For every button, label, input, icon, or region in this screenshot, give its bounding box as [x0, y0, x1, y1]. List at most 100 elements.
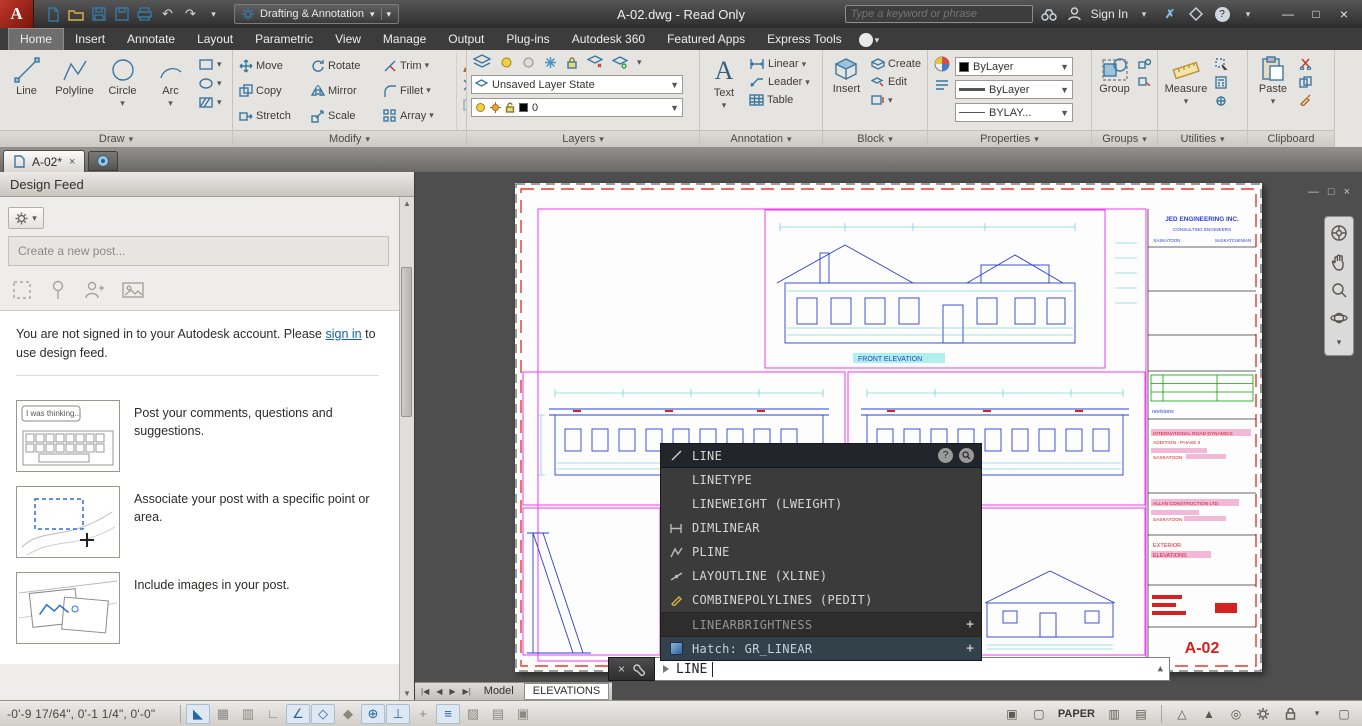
suggestion-combinepolylines[interactable]: COMBINEPOLYLINES (PEDIT): [661, 588, 981, 612]
lineweight-display-toggle[interactable]: ≡: [436, 704, 460, 724]
layout-space-icon[interactable]: ▢: [1028, 704, 1050, 724]
suggestion-dimlinear[interactable]: DIMLINEAR: [661, 516, 981, 540]
linetype-combo[interactable]: BYLAY... ▼: [955, 103, 1073, 122]
toolbar-lock-icon[interactable]: [1279, 704, 1301, 724]
paste-flyout-arrow-icon[interactable]: ▾: [1271, 96, 1276, 107]
save-button[interactable]: [88, 4, 109, 25]
layer-match-button[interactable]: [585, 54, 605, 70]
tab-output[interactable]: Output: [437, 29, 495, 50]
table-button[interactable]: Table: [747, 93, 812, 107]
tab-model[interactable]: Model: [475, 683, 523, 700]
ribbon-minimize-button[interactable]: ▾: [859, 33, 880, 50]
lineweight-combo[interactable]: ByLayer ▼: [955, 80, 1073, 99]
post-region-icon[interactable]: [12, 280, 32, 300]
edit-block-button[interactable]: Edit: [869, 75, 923, 89]
panel-label-utilities[interactable]: Utilities▾: [1158, 130, 1247, 147]
insert-block-button[interactable]: Insert: [827, 53, 866, 130]
post-pin-icon[interactable]: [50, 280, 66, 300]
tab-layout[interactable]: Layout: [186, 29, 244, 50]
text-flyout-arrow-icon[interactable]: ▾: [722, 100, 727, 111]
suggestion-pline[interactable]: PLINE: [661, 540, 981, 564]
3d-object-snap-toggle[interactable]: ◆: [336, 704, 360, 724]
text-button[interactable]: A Text ▾: [704, 53, 744, 130]
snap-mode-toggle[interactable]: ▦: [211, 704, 235, 724]
panel-label-annotation[interactable]: Annotation▾: [700, 130, 822, 147]
stretch-button[interactable]: Stretch: [237, 108, 309, 124]
post-tag-person-icon[interactable]: [84, 280, 104, 300]
fade-button[interactable]: [460, 97, 466, 113]
workspace-switcher[interactable]: Drafting & Annotation ▾ ▾: [234, 4, 399, 24]
move-button[interactable]: Move: [237, 58, 309, 74]
panel-label-draw[interactable]: Draw▾: [0, 130, 232, 147]
workspace-switching-gear-icon[interactable]: [1252, 704, 1274, 724]
layer-isolate-button[interactable]: [520, 55, 537, 70]
measure-flyout-arrow-icon[interactable]: ▾: [1184, 96, 1189, 107]
polyline-button[interactable]: Polyline: [52, 53, 97, 130]
feed-settings-button[interactable]: ▾: [8, 207, 44, 229]
undo-button[interactable]: ↶: [157, 4, 178, 25]
close-button[interactable]: ×: [1330, 3, 1358, 25]
match-properties-button[interactable]: [932, 55, 952, 73]
panel-label-properties[interactable]: Properties▾: [928, 130, 1091, 147]
fillet-button[interactable]: Fillet▾: [381, 83, 453, 99]
post-image-icon[interactable]: [122, 280, 144, 300]
grid-display-toggle[interactable]: ▥: [236, 704, 260, 724]
rectangle-flyout-button[interactable]: ▾: [196, 57, 224, 72]
group-button[interactable]: Group: [1096, 53, 1133, 130]
tab-autodesk-360[interactable]: Autodesk 360: [561, 29, 656, 50]
quick-view-layouts-icon[interactable]: ▥: [1103, 704, 1125, 724]
tab-insert[interactable]: Insert: [64, 29, 116, 50]
panel-label-groups[interactable]: Groups▾: [1092, 130, 1157, 147]
tab-express-tools[interactable]: Express Tools: [756, 29, 852, 50]
ortho-mode-toggle[interactable]: ∟: [261, 704, 285, 724]
qat-dropdown-arrow-icon[interactable]: ▾: [203, 4, 224, 25]
transparency-toggle[interactable]: ▨: [461, 704, 485, 724]
minimize-button[interactable]: —: [1274, 3, 1302, 25]
layer-freeze-button[interactable]: [542, 55, 559, 70]
suggestion-lineweight[interactable]: LINEWEIGHT (LWEIGHT): [661, 492, 981, 516]
command-customize-wrench-icon[interactable]: [632, 663, 645, 676]
application-menu-button[interactable]: A: [0, 0, 34, 28]
model-space-icon[interactable]: ▣: [1001, 704, 1023, 724]
sign-in-button[interactable]: Sign In: [1091, 7, 1128, 21]
object-snap-toggle[interactable]: ◇: [311, 704, 335, 724]
layer-properties-button[interactable]: [471, 53, 493, 71]
group-edit-button[interactable]: [1136, 74, 1153, 87]
open-file-button[interactable]: [65, 4, 86, 25]
arc-flyout-arrow-icon[interactable]: ▾: [168, 98, 173, 109]
quick-properties-toggle[interactable]: ▤: [486, 704, 510, 724]
save-as-button[interactable]: [111, 4, 132, 25]
redo-button[interactable]: ↷: [180, 4, 201, 25]
dynamic-ucs-toggle[interactable]: ⊥: [386, 704, 410, 724]
expand-plus-icon[interactable]: +: [966, 617, 974, 632]
help-icon[interactable]: ?: [1212, 4, 1232, 24]
ellipse-flyout-button[interactable]: ▾: [196, 76, 224, 91]
paper-space-button[interactable]: PAPER: [1055, 708, 1098, 720]
panel-label-block[interactable]: Block▾: [823, 130, 927, 147]
quick-calculator-button[interactable]: [1213, 75, 1230, 90]
copy-button[interactable]: Copy: [237, 83, 309, 99]
annotation-autoscale-icon[interactable]: ▲: [1198, 704, 1220, 724]
dimension-linear-button[interactable]: Linear▾: [747, 57, 812, 71]
plot-button[interactable]: [134, 4, 155, 25]
arc-button[interactable]: Arc ▾: [148, 53, 193, 130]
layer-lock-button[interactable]: [564, 55, 580, 70]
tab-manage[interactable]: Manage: [372, 29, 437, 50]
tab-elevations[interactable]: ELEVATIONS: [524, 683, 609, 700]
search-input[interactable]: [851, 8, 1027, 20]
cut-button[interactable]: [1297, 57, 1314, 71]
quick-view-drawings-icon[interactable]: ▤: [1130, 704, 1152, 724]
new-file-button[interactable]: [42, 4, 63, 25]
layout-first-button[interactable]: |◀: [418, 687, 432, 696]
search-binoculars-icon[interactable]: [1039, 4, 1059, 24]
navbar-menu-chevron-icon[interactable]: ▾: [1337, 337, 1342, 348]
object-snap-tracking-toggle[interactable]: ⊕: [361, 704, 385, 724]
infer-constraints-toggle[interactable]: ◣: [186, 704, 210, 724]
paste-button[interactable]: Paste ▾: [1252, 53, 1294, 130]
suggestion-line[interactable]: LINE ?: [661, 444, 981, 468]
drawing-minimize-icon[interactable]: —: [1308, 186, 1319, 198]
panel-label-modify[interactable]: Modify▾: [233, 130, 466, 147]
file-tab-close-icon[interactable]: ×: [69, 156, 75, 168]
new-drawing-tab-button[interactable]: [88, 151, 118, 171]
suggestion-linetype[interactable]: LINETYPE: [661, 468, 981, 492]
